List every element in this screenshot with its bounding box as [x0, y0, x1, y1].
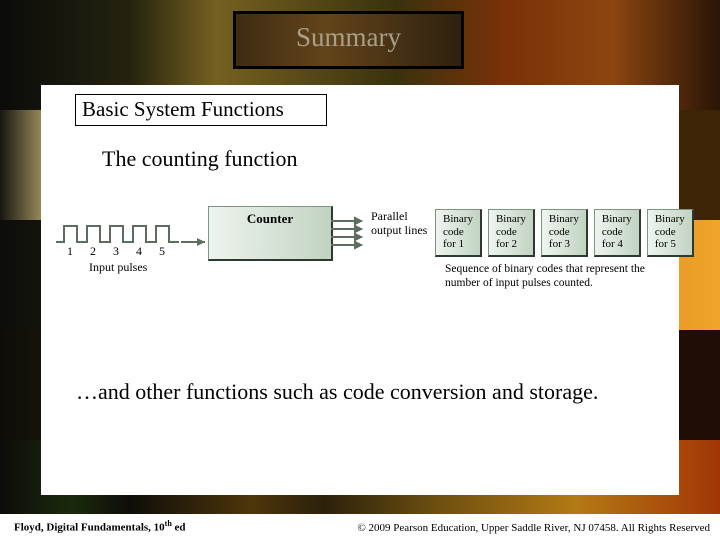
pulse-num-1: 1: [63, 244, 77, 259]
binary-code-3: Binarycodefor 3: [541, 209, 588, 257]
counter-block: Counter: [208, 206, 333, 261]
pulse-num-3: 3: [109, 244, 123, 259]
binary-code-5: Binarycodefor 5: [647, 209, 694, 257]
section-heading-box: Basic System Functions: [75, 94, 327, 126]
binary-code-4: Binarycodefor 4: [594, 209, 641, 257]
parallel-output-label: Parallel output lines: [371, 210, 427, 238]
slide: Summary Basic System Functions The count…: [0, 0, 720, 540]
pulse-num-2: 2: [86, 244, 100, 259]
pulse-num-4: 4: [132, 244, 146, 259]
binary-code-2: Binarycodefor 2: [488, 209, 535, 257]
counter-diagram: 1 2 3 4 5 Input pulses Counter Parallel …: [55, 206, 665, 326]
counter-label: Counter: [209, 211, 331, 227]
binary-code-1: Binarycodefor 1: [435, 209, 482, 257]
binary-code-sequence: Binarycodefor 1 Binarycodefor 2 Binaryco…: [435, 209, 694, 257]
input-pulses-caption: Input pulses: [89, 260, 147, 275]
slide-title-box: Summary: [233, 11, 464, 69]
parallel-output-lines-icon: [331, 215, 373, 256]
input-pulse-train: [55, 222, 209, 246]
pulse-num-5: 5: [155, 244, 169, 259]
section-heading: Basic System Functions: [76, 95, 326, 122]
slide-title: Summary: [236, 22, 461, 53]
more-functions-text: …and other functions such as code conver…: [76, 378, 656, 406]
footer: Floyd, Digital Fundamentals, 10th ed © 2…: [0, 514, 720, 540]
footer-copyright: © 2009 Pearson Education, Upper Saddle R…: [357, 522, 710, 534]
subtitle: The counting function: [102, 146, 298, 172]
sequence-caption: Sequence of binary codes that represent …: [445, 262, 670, 291]
footer-credit: Floyd, Digital Fundamentals, 10th ed: [14, 519, 186, 534]
